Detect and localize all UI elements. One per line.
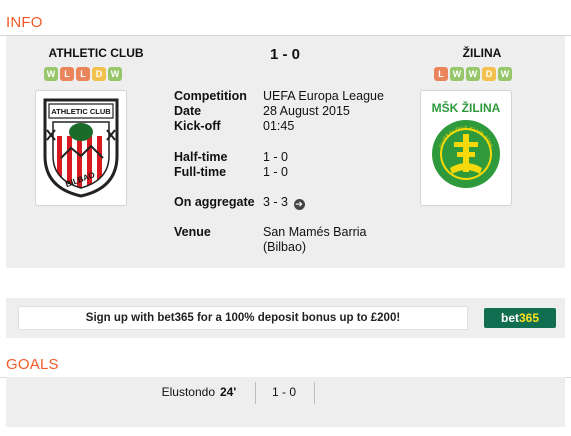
kickoff-value: 01:45 — [263, 119, 295, 133]
bet365-logo[interactable]: bet365 — [484, 308, 556, 328]
goals-panel: Elustondo 24' 1 - 0 — [6, 377, 565, 427]
competition-label: Competition — [174, 89, 247, 103]
away-form-badge: W — [466, 67, 480, 81]
away-form-badge: W — [450, 67, 464, 81]
date-label: Date — [174, 104, 202, 118]
aggregate-label: On aggregate — [174, 195, 255, 209]
home-form-badge: L — [76, 67, 90, 81]
venue-value-line2: (Bilbao) — [263, 240, 307, 254]
goal-scorer[interactable]: Elustondo — [162, 385, 215, 399]
home-form-badge: D — [92, 67, 106, 81]
msk-zilina-crest-icon: MŠK ŽILINA FUTBALOVÝ KLUB 1908 — [432, 100, 501, 188]
aggregate-value: 3 - 3 — [263, 195, 289, 209]
goal-separator — [314, 382, 315, 404]
date-value: 28 August 2015 — [263, 104, 350, 118]
home-form-badge: L — [60, 67, 74, 81]
match-info-panel: ATHLETIC CLUB W L L D W ATHLETIC CLUB BI… — [6, 36, 565, 268]
home-team-name[interactable]: ATHLETIC CLUB — [26, 46, 166, 60]
promo-banner[interactable]: Sign up with bet365 for a 100% deposit b… — [18, 306, 468, 330]
match-score: 1 - 0 — [269, 46, 300, 63]
goal-separator — [255, 382, 256, 404]
away-crest-top-text: MŠK ŽILINA — [432, 100, 501, 115]
home-team-crest[interactable]: ATHLETIC CLUB BILBAO — [35, 90, 127, 206]
aggregate-value-container: 3 - 3 ➔ — [263, 195, 305, 210]
away-form-badge: W — [498, 67, 512, 81]
goal-minute: 24' — [220, 385, 237, 399]
goal-score: 1 - 0 — [272, 385, 297, 399]
away-team-crest[interactable]: MŠK ŽILINA FUTBALOVÝ KLUB 1908 — [420, 90, 512, 206]
home-form-badge: W — [44, 67, 58, 81]
halftime-value: 1 - 0 — [263, 150, 289, 164]
away-team-name[interactable]: ŽILINA — [412, 46, 552, 60]
home-crest-top-text: ATHLETIC CLUB — [51, 107, 111, 116]
fulltime-value: 1 - 0 — [263, 165, 289, 179]
bet365-logo-part1: bet — [500, 311, 519, 325]
venue-label: Venue — [174, 225, 211, 239]
info-section-title: INFO — [6, 14, 43, 31]
goal-row: Elustondo 24' 1 - 0 — [6, 377, 565, 407]
athletic-club-crest-icon: ATHLETIC CLUB BILBAO — [43, 98, 119, 198]
bet365-logo-part2: 365 — [518, 311, 540, 325]
fulltime-label: Full-time — [174, 165, 227, 179]
home-form-badge: W — [108, 67, 122, 81]
away-form-badge: D — [482, 67, 496, 81]
info-section-header: INFO — [0, 14, 571, 36]
halftime-label: Half-time — [174, 150, 228, 164]
venue-value-line1[interactable]: San Mamés Barria — [263, 225, 367, 239]
promo-panel: Sign up with bet365 for a 100% deposit b… — [6, 298, 565, 338]
home-team-form: W L L D W — [44, 67, 122, 81]
away-form-badge: L — [434, 67, 448, 81]
goals-section-title: GOALS — [6, 356, 59, 373]
goals-section-header: GOALS — [0, 356, 571, 378]
kickoff-label: Kick-off — [174, 119, 221, 133]
competition-value[interactable]: UEFA Europa League — [263, 89, 384, 103]
away-team-form: L W W D W — [434, 67, 512, 81]
arrow-right-circle-icon[interactable]: ➔ — [293, 199, 305, 210]
